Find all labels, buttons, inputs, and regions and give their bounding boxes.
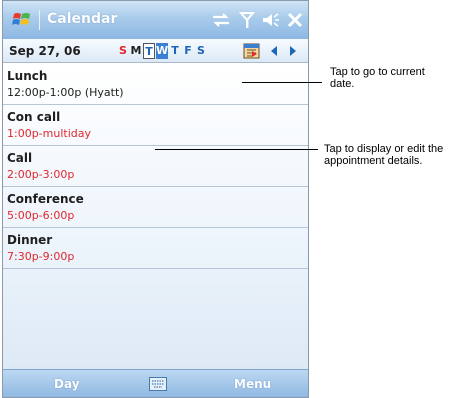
app-title: Calendar: [47, 11, 118, 27]
pocket-pc-screen: Calendar Sep 27, 06 S M T W T F S Lunch …: [2, 0, 309, 398]
appointment-subject: Lunch: [7, 69, 48, 83]
day-thursday[interactable]: T: [169, 43, 181, 59]
day-friday[interactable]: F: [182, 43, 194, 59]
connectivity-icon[interactable]: [211, 10, 231, 30]
goto-callout-line: [242, 82, 322, 83]
appointment-list: Lunch 12:00p-1:00p (Hyatt) Con call 1:00…: [3, 64, 308, 369]
day-wednesday-selected[interactable]: W: [156, 43, 168, 59]
appointment-item[interactable]: Call 2:00p-3:00p: [3, 146, 308, 187]
menu-softkey[interactable]: Menu: [234, 377, 271, 391]
current-date: Sep 27, 06: [9, 44, 81, 58]
soft-key-menu-bar: Day Menu: [3, 369, 308, 397]
appointment-subject: Call: [7, 151, 33, 165]
appointment-item[interactable]: Con call 1:00p-multiday: [3, 105, 308, 146]
title-separator: [39, 10, 40, 30]
day-view-softkey[interactable]: Day: [54, 377, 80, 391]
appointment-time: 2:00p-3:00p: [7, 168, 75, 181]
day-monday[interactable]: M: [130, 43, 142, 59]
appointment-subject: Conference: [7, 192, 84, 206]
day-sunday[interactable]: S: [117, 43, 129, 59]
week-date-bar: Sep 27, 06 S M T W T F S: [3, 39, 308, 63]
appointment-time: 12:00p-1:00p (Hyatt): [7, 86, 124, 99]
close-icon[interactable]: [285, 10, 305, 30]
goto-callout-text: Tap to go to current date.: [330, 66, 425, 90]
appointment-time: 7:30p-9:00p: [7, 250, 75, 263]
appointment-item[interactable]: Lunch 12:00p-1:00p (Hyatt): [3, 64, 308, 105]
keyboard-icon[interactable]: [149, 377, 167, 391]
title-bar: Calendar: [3, 1, 308, 39]
details-callout-text: Tap to display or edit the appointment d…: [324, 143, 444, 167]
appointment-subject: Dinner: [7, 233, 53, 247]
appointment-time: 1:00p-multiday: [7, 127, 91, 140]
previous-week-arrow-icon[interactable]: [269, 45, 279, 57]
go-to-today-icon[interactable]: [243, 42, 261, 60]
appointment-subject: Con call: [7, 110, 61, 124]
next-week-arrow-icon[interactable]: [288, 45, 298, 57]
day-tuesday-today[interactable]: T: [143, 43, 155, 59]
day-saturday[interactable]: S: [195, 43, 207, 59]
volume-icon[interactable]: [261, 10, 281, 30]
appointment-item[interactable]: Conference 5:00p-6:00p: [3, 187, 308, 228]
start-flag-icon[interactable]: [11, 9, 33, 31]
signal-icon[interactable]: [237, 10, 257, 30]
appointment-time: 5:00p-6:00p: [7, 209, 75, 222]
details-callout-line: [155, 149, 318, 150]
appointment-item[interactable]: Dinner 7:30p-9:00p: [3, 228, 308, 269]
